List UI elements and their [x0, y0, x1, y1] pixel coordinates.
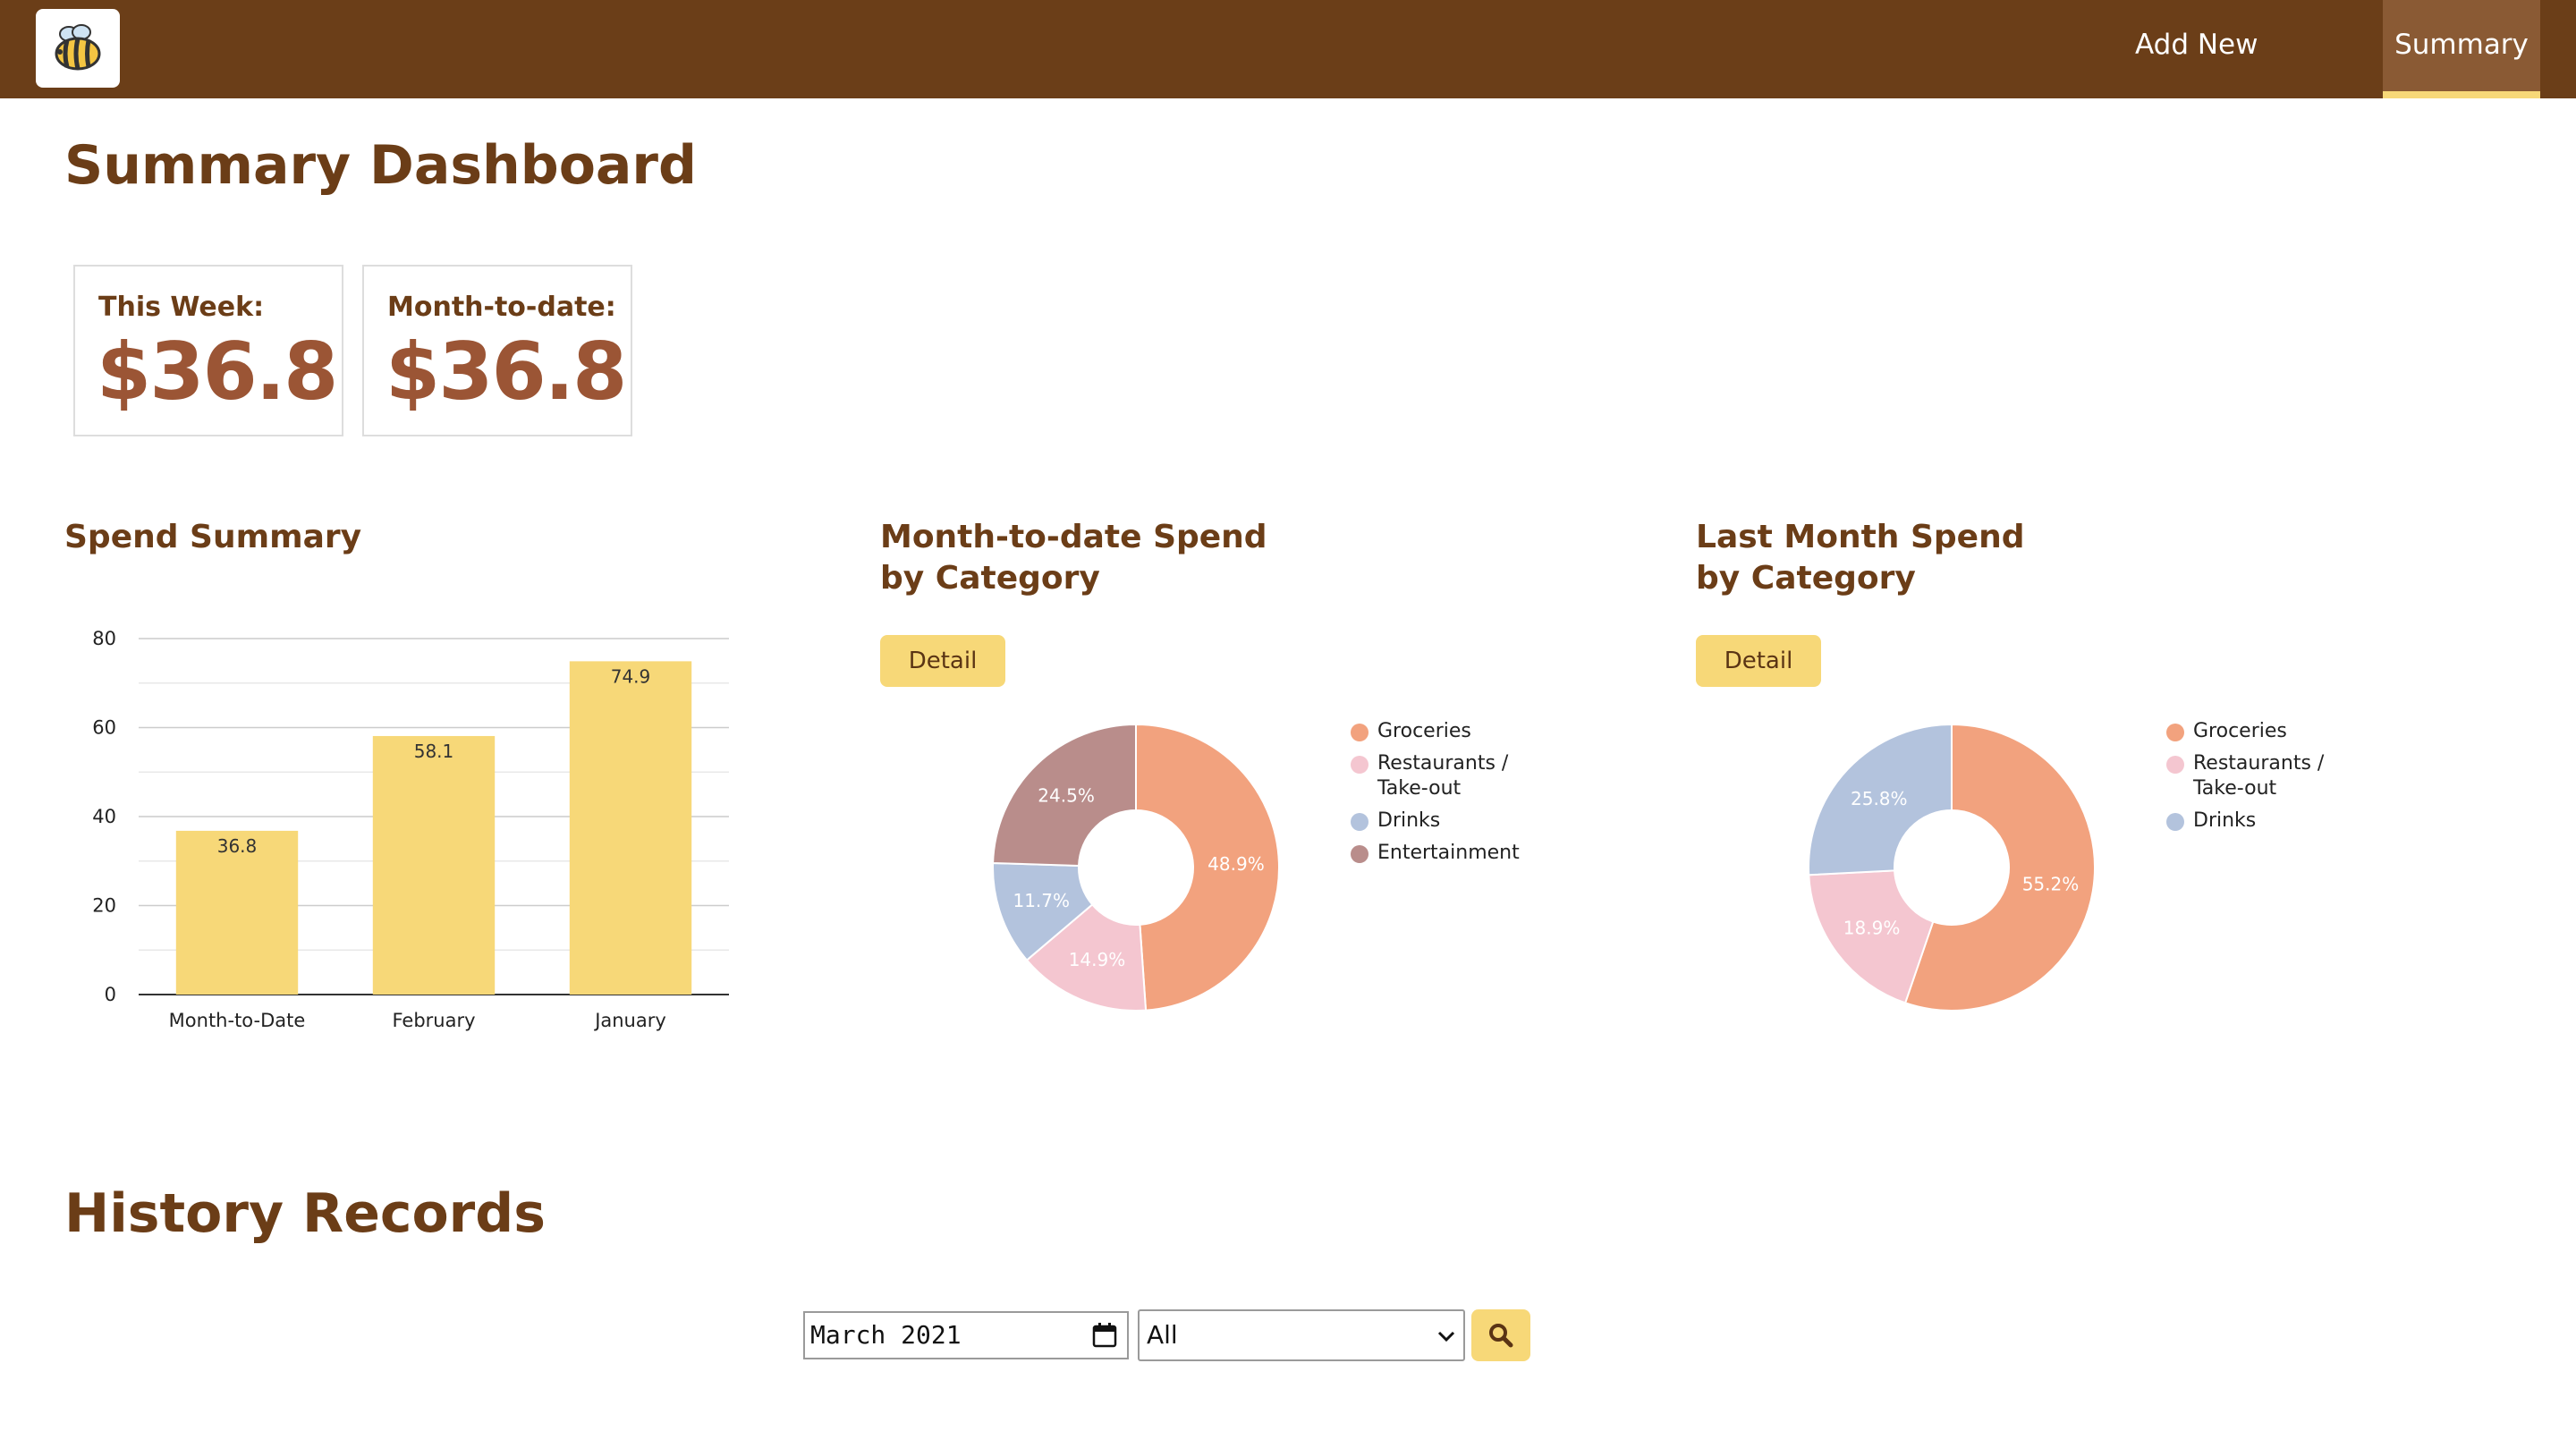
- legend-item[interactable]: Drinks: [2166, 809, 2324, 834]
- category-select[interactable]: All: [1138, 1309, 1465, 1361]
- page-title: Summary Dashboard: [64, 134, 697, 197]
- bar-january[interactable]: [569, 661, 692, 995]
- bar-data-label: 74.9: [611, 665, 651, 687]
- month-picker-value: March 2021: [810, 1320, 962, 1350]
- bar-data-label: 36.8: [217, 835, 258, 857]
- category-select-value: All: [1147, 1320, 1178, 1350]
- y-tick-label: 60: [92, 717, 116, 739]
- legend-item[interactable]: Groceries: [2166, 719, 2324, 744]
- last-month-category-title-line1: Last Month Spend: [1696, 519, 2025, 555]
- y-tick-label: 0: [105, 984, 116, 1005]
- spend-summary-bar-chart: 0 20 40 60 80 36.8 Month-to-Date 58.1 February 74…: [92, 628, 729, 1031]
- y-tick-label: 20: [92, 895, 116, 917]
- bee-icon: [55, 24, 101, 71]
- legend-swatch: [2166, 756, 2184, 774]
- bar-february[interactable]: [372, 735, 496, 995]
- mtd-category-title-line1: Month-to-date Spend: [880, 519, 1267, 555]
- mtd-category-donut-chart: 48.9% 14.9% 11.7% 24.5%: [992, 723, 1280, 1012]
- last-month-category-title: Last Month Spend by Category: [1696, 517, 2024, 599]
- mtd-category-legend: Groceries Restaurants / Take-out Drinks Ente…: [1351, 719, 1520, 873]
- x-tick-label: February: [392, 1010, 475, 1031]
- chevron-down-icon: [1437, 1331, 1455, 1342]
- nav-add-new-records[interactable]: Add New Records: [2135, 0, 2368, 150]
- mtd-category-title-line2: by Category: [880, 560, 1100, 597]
- month-to-date-value: $36.8: [386, 326, 627, 418]
- legend-label: Restaurants /: [2193, 752, 2325, 775]
- legend-label: Restaurants /: [1377, 752, 1509, 775]
- legend-swatch: [1351, 724, 1368, 741]
- slice-value-label: 14.9%: [1069, 949, 1126, 970]
- legend-label: Groceries: [2193, 720, 2287, 742]
- bar-data-label: 58.1: [414, 741, 454, 762]
- nav-summary[interactable]: Summary: [2383, 0, 2540, 98]
- history-records-title: History Records: [64, 1182, 546, 1245]
- legend-label: Drinks: [1377, 809, 1441, 832]
- legend-swatch: [1351, 845, 1368, 863]
- last-month-detail-button[interactable]: Detail: [1696, 635, 1821, 687]
- legend-item[interactable]: Drinks: [1351, 809, 1520, 834]
- legend-swatch: [1351, 813, 1368, 831]
- last-month-category-legend: Groceries Restaurants / Take-out Drinks: [2166, 719, 2324, 841]
- slice-value-label: 24.5%: [1038, 785, 1095, 807]
- search-button[interactable]: [1471, 1309, 1530, 1361]
- y-tick-label: 80: [92, 628, 116, 649]
- legend-label: Groceries: [1377, 720, 1471, 742]
- slice-value-label: 55.2%: [2022, 873, 2080, 894]
- legend-label: Entertainment: [1377, 842, 1520, 864]
- calendar-icon[interactable]: [1091, 1322, 1118, 1349]
- month-picker-input[interactable]: March 2021: [803, 1311, 1129, 1359]
- last-month-category-title-line2: by Category: [1696, 560, 1916, 597]
- legend-swatch: [2166, 813, 2184, 831]
- spend-summary-title: Spend Summary: [64, 519, 362, 555]
- x-tick-label: Month-to-Date: [169, 1010, 306, 1031]
- this-week-card: This Week: $36.8: [73, 265, 343, 436]
- slice-value-label: 11.7%: [1013, 890, 1070, 911]
- top-navbar: Add New Records Summary: [0, 0, 2576, 150]
- legend-item[interactable]: Restaurants / Take-out: [2166, 751, 2324, 801]
- legend-label: Take-out: [1377, 777, 1462, 800]
- y-tick-label: 40: [92, 806, 116, 827]
- this-week-value: $36.8: [97, 326, 338, 418]
- month-to-date-card: Month-to-date: $36.8: [362, 265, 632, 436]
- mtd-detail-button[interactable]: Detail: [880, 635, 1005, 687]
- legend-label: Drinks: [2193, 809, 2257, 832]
- legend-swatch: [1351, 756, 1368, 774]
- legend-item[interactable]: Groceries: [1351, 719, 1520, 744]
- slice-value-label: 48.9%: [1208, 853, 1265, 875]
- legend-item[interactable]: Entertainment: [1351, 841, 1520, 866]
- legend-item[interactable]: Restaurants / Take-out: [1351, 751, 1520, 801]
- slice-value-label: 25.8%: [1851, 788, 1908, 809]
- search-icon: [1489, 1324, 1513, 1348]
- last-month-category-donut-chart: 55.2% 18.9% 25.8%: [1808, 723, 2096, 1012]
- month-to-date-label: Month-to-date:: [387, 292, 616, 323]
- this-week-label: This Week:: [98, 292, 265, 323]
- mtd-category-title: Month-to-date Spend by Category: [880, 517, 1267, 599]
- slice-value-label: 18.9%: [1843, 917, 1901, 938]
- legend-label: Take-out: [2193, 777, 2277, 800]
- app-logo[interactable]: [36, 9, 120, 88]
- legend-swatch: [2166, 724, 2184, 741]
- x-tick-label: January: [593, 1010, 666, 1031]
